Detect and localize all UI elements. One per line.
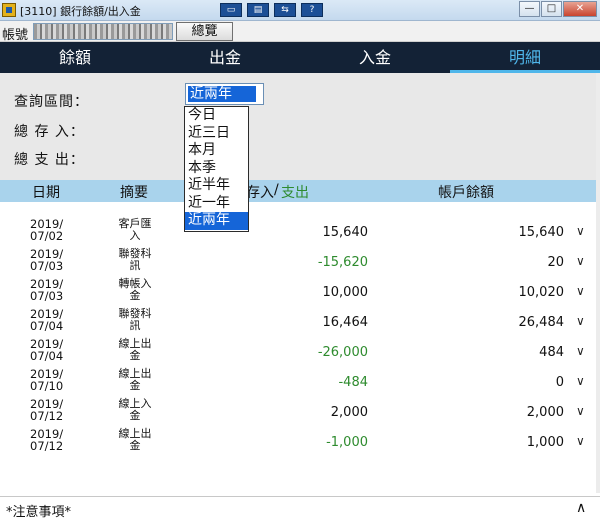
table-row[interactable]: 2019/07/10 線上出金 -484 0 ∨: [0, 368, 600, 398]
row-date: 2019/07/03: [30, 277, 64, 303]
col-amount-out: 支出: [281, 185, 309, 201]
row-date: 2019/07/12: [30, 397, 64, 423]
row-amount: -26,000: [317, 345, 368, 360]
table-row[interactable]: 2019/07/02 客戶匯入 15,640 15,640 ∨: [0, 218, 600, 248]
table-row[interactable]: 2019/07/12 線上入金 2,000 2,000 ∨: [0, 398, 600, 428]
notes-bar[interactable]: *注意事項* ∧: [0, 496, 600, 521]
column-header: 日期 摘要 存入 / 支出 帳戶餘額: [0, 180, 600, 202]
row-balance: 484: [539, 345, 564, 360]
row-date: 2019/07/02: [30, 217, 64, 243]
period-option-selected[interactable]: 近兩年: [185, 212, 248, 230]
row-date: 2019/07/12: [30, 427, 64, 453]
tab-balance[interactable]: 餘額: [0, 42, 150, 73]
row-balance: 15,640: [518, 225, 565, 240]
query-panel: 查詢區間： 近兩年 總 存 入： 總 支 出：: [0, 73, 600, 180]
scrollbar[interactable]: [596, 73, 600, 493]
tab-details[interactable]: 明細: [450, 42, 600, 73]
row-amount: -15,620: [317, 255, 368, 270]
row-memo: 線上出金: [118, 337, 152, 362]
help-icon[interactable]: ?: [301, 3, 323, 17]
row-balance: 0: [555, 375, 564, 390]
period-label: 查詢區間：: [14, 94, 89, 110]
total-in-label: 總 存 入：: [14, 124, 85, 140]
chevron-up-icon[interactable]: ∧: [576, 500, 586, 516]
total-out-label: 總 支 出：: [14, 152, 85, 168]
transaction-list: 2019/07/02 客戶匯入 15,640 15,640 ∨ 2019/07/…: [0, 218, 600, 458]
row-memo: 轉帳入金: [118, 277, 152, 302]
row-memo: 聯發科訊: [118, 307, 152, 332]
row-memo: 聯發科訊: [118, 247, 152, 272]
account-row: 帳號 總覽: [0, 21, 600, 43]
title-bar: [3110] 銀行餘額/出入金 ▭ ▤ ⇆ ? — □ ✕: [0, 0, 600, 21]
close-button[interactable]: ✕: [563, 1, 597, 17]
tab-withdraw[interactable]: 出金: [150, 42, 300, 73]
table-row[interactable]: 2019/07/04 線上出金 -26,000 484 ∨: [0, 338, 600, 368]
row-date: 2019/07/04: [30, 337, 64, 363]
period-option[interactable]: 本月: [185, 142, 248, 160]
app-icon: [2, 3, 16, 17]
chevron-down-icon[interactable]: ∨: [576, 344, 585, 358]
period-option[interactable]: 今日: [185, 107, 248, 125]
table-row[interactable]: 2019/07/04 聯發科訊 16,464 26,484 ∨: [0, 308, 600, 338]
period-option[interactable]: 近半年: [185, 177, 248, 195]
row-balance: 1,000: [526, 435, 564, 450]
restore-button[interactable]: □: [541, 1, 562, 17]
col-amount-in: 存入: [246, 185, 274, 201]
row-amount: 15,640: [322, 225, 369, 240]
row-amount: -484: [338, 375, 368, 390]
overview-button[interactable]: 總覽: [176, 22, 233, 41]
chevron-down-icon[interactable]: ∨: [576, 404, 585, 418]
link-icon[interactable]: ⇆: [274, 3, 296, 17]
account-field[interactable]: [33, 23, 173, 40]
row-amount: -1,000: [326, 435, 368, 450]
period-select[interactable]: 近兩年: [185, 83, 264, 105]
period-dropdown: 今日 近三日 本月 本季 近半年 近一年 近兩年: [184, 106, 249, 232]
table-row[interactable]: 2019/07/03 轉帳入金 10,000 10,020 ∨: [0, 278, 600, 308]
minimize-button[interactable]: —: [519, 1, 540, 17]
col-memo: 摘要: [120, 185, 148, 201]
row-date: 2019/07/04: [30, 307, 64, 333]
period-option[interactable]: 近三日: [185, 125, 248, 143]
layout-icon[interactable]: ▤: [247, 3, 269, 17]
window-icon[interactable]: ▭: [220, 3, 242, 17]
chevron-down-icon[interactable]: ∨: [576, 254, 585, 268]
table-row[interactable]: 2019/07/12 線上出金 -1,000 1,000 ∨: [0, 428, 600, 458]
col-amount-sep: /: [274, 182, 279, 198]
tab-bar: 餘額 出金 入金 明細: [0, 42, 600, 73]
row-amount: 2,000: [330, 405, 368, 420]
row-date: 2019/07/03: [30, 247, 64, 273]
row-balance: 20: [547, 255, 564, 270]
row-balance: 2,000: [526, 405, 564, 420]
chevron-down-icon[interactable]: ∨: [576, 374, 585, 388]
row-amount: 10,000: [322, 285, 369, 300]
chevron-down-icon[interactable]: ∨: [576, 314, 585, 328]
col-balance: 帳戶餘額: [438, 185, 494, 201]
notes-label: *注意事項*: [6, 505, 72, 520]
period-select-value: 近兩年: [188, 86, 256, 102]
table-row[interactable]: 2019/07/03 聯發科訊 -15,620 20 ∨: [0, 248, 600, 278]
row-memo: 客戶匯入: [118, 217, 152, 242]
chevron-down-icon[interactable]: ∨: [576, 434, 585, 448]
row-amount: 16,464: [322, 315, 369, 330]
row-balance: 26,484: [518, 315, 565, 330]
row-memo: 線上入金: [118, 397, 152, 422]
row-memo: 線上出金: [118, 427, 152, 452]
window-title: [3110] 銀行餘額/出入金: [20, 5, 141, 18]
chevron-down-icon[interactable]: ∨: [576, 224, 585, 238]
period-option[interactable]: 本季: [185, 160, 248, 178]
col-date: 日期: [32, 185, 60, 201]
row-balance: 10,020: [518, 285, 565, 300]
row-memo: 線上出金: [118, 367, 152, 392]
period-option[interactable]: 近一年: [185, 195, 248, 213]
tab-deposit[interactable]: 入金: [300, 42, 450, 73]
chevron-down-icon[interactable]: ∨: [576, 284, 585, 298]
row-date: 2019/07/10: [30, 367, 64, 393]
account-label: 帳號: [2, 28, 29, 43]
